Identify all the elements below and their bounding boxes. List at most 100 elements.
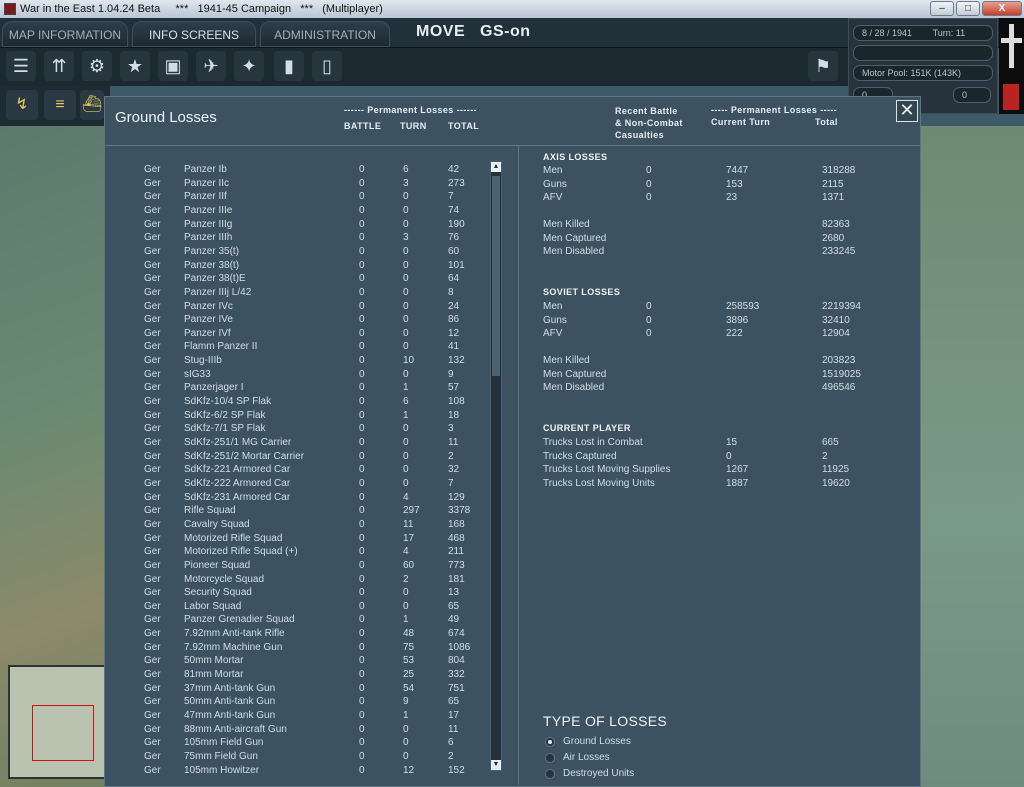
- maximize-button[interactable]: □: [956, 1, 980, 16]
- unit-loss-row[interactable]: Ger 7.92mm Machine Gun 0 75 1086: [105, 641, 490, 654]
- row-total-value: 1519025: [822, 368, 861, 380]
- unit-loss-row[interactable]: Ger sIG33 0 0 9: [105, 368, 490, 381]
- unit-total-losses: 60: [448, 245, 460, 257]
- minimap[interactable]: [8, 665, 108, 779]
- stack-icon[interactable]: ☰: [6, 51, 36, 81]
- unit-loss-row[interactable]: Ger Panzer IIc 0 3 273: [105, 177, 490, 190]
- unit-loss-row[interactable]: Ger Panzer IIIh 0 3 76: [105, 231, 490, 244]
- unit-loss-row[interactable]: Ger Panzer IIIe 0 0 74: [105, 204, 490, 217]
- row-total-value: 2219394: [822, 301, 861, 312]
- unit-loss-row[interactable]: Ger SdKfz-10/4 SP Flak 0 6 108: [105, 395, 490, 408]
- aircraft-icon[interactable]: ✈: [196, 51, 226, 81]
- unit-loss-row[interactable]: Ger 105mm Howitzer 0 12 152: [105, 764, 490, 777]
- map-background-right[interactable]: [920, 126, 1024, 787]
- counter-b[interactable]: 0: [953, 87, 991, 103]
- unit-loss-row[interactable]: Ger 88mm Anti-aircraft Gun 0 0 11: [105, 723, 490, 736]
- tab-administration[interactable]: ADMINISTRATION: [260, 21, 390, 47]
- unit-loss-row[interactable]: Ger Motorized Rifle Squad (+) 0 4 211: [105, 545, 490, 558]
- unit-loss-row[interactable]: Ger Labor Squad 0 0 65: [105, 600, 490, 613]
- date-turn-box: 8 / 28 / 1941 Turn: 11: [853, 25, 993, 41]
- unit-battle-losses: 0: [359, 655, 365, 667]
- scroll-down-button[interactable]: ▼: [491, 760, 501, 770]
- radio-button-icon[interactable]: [545, 753, 555, 763]
- unit-total-losses: 2: [448, 750, 454, 762]
- unit-loss-row[interactable]: Ger Panzer IVc 0 0 24: [105, 300, 490, 313]
- player-loss-row: Trucks Lost Moving Units 1887 19620: [543, 477, 913, 490]
- troops-icon[interactable]: ⇈: [44, 51, 74, 81]
- unit-loss-row[interactable]: Ger 105mm Field Gun 0 0 6: [105, 736, 490, 749]
- unit-loss-row[interactable]: Ger Pioneer Squad 0 60 773: [105, 559, 490, 572]
- close-window-button[interactable]: X: [982, 1, 1022, 16]
- close-dialog-button[interactable]: ✕: [896, 100, 918, 122]
- unit-loss-row[interactable]: Ger Panzer 38(t) 0 0 101: [105, 259, 490, 272]
- unit-loss-row[interactable]: Ger SdKfz-251/2 Mortar Carrier 0 0 2: [105, 450, 490, 463]
- minimize-button[interactable]: –: [930, 1, 954, 16]
- minimap-viewport[interactable]: [32, 705, 94, 761]
- star-icon[interactable]: ★: [120, 51, 150, 81]
- unit-turn-losses: 4: [403, 491, 409, 503]
- unit-loss-row[interactable]: Ger Panzer Grenadier Squad 0 1 49: [105, 613, 490, 626]
- unit-loss-row[interactable]: Ger Panzer IIf 0 0 7: [105, 190, 490, 203]
- scroll-thumb[interactable]: [492, 176, 500, 376]
- unit-loss-row[interactable]: Ger Flamm Panzer II 0 0 41: [105, 340, 490, 353]
- radio-button-icon[interactable]: [545, 769, 555, 779]
- unit-loss-row[interactable]: Ger Panzer Ib 0 6 42: [105, 163, 490, 176]
- unit-turn-losses: 0: [403, 341, 409, 353]
- unit-loss-row[interactable]: Ger Panzerjager I 0 1 57: [105, 381, 490, 394]
- tab-info-screens[interactable]: INFO SCREENS: [132, 21, 256, 47]
- row-label: AFV: [543, 328, 563, 340]
- unit-loss-row[interactable]: Ger SdKfz-251/1 MG Carrier 0 0 11: [105, 436, 490, 449]
- scroll-up-button[interactable]: ▲: [491, 162, 501, 172]
- unit-turn-losses: 6: [403, 164, 409, 175]
- unit-battle-losses: 0: [359, 669, 365, 681]
- unit-loss-row[interactable]: Ger Motorized Rifle Squad 0 17 468: [105, 532, 490, 545]
- unit-turn-losses: 0: [403, 314, 409, 326]
- unit-loss-row[interactable]: Ger SdKfz-221 Armored Car 0 0 32: [105, 463, 490, 476]
- unit-nation: Ger: [144, 600, 161, 612]
- unit-loss-row[interactable]: Ger Stug-IIIb 0 10 132: [105, 354, 490, 367]
- gs-label[interactable]: GS-on: [480, 23, 531, 41]
- unit-loss-row[interactable]: Ger 37mm Anti-tank Gun 0 54 751: [105, 682, 490, 695]
- gear-icon[interactable]: ⚙: [82, 51, 112, 81]
- unit-loss-row[interactable]: Ger SdKfz-7/1 SP Flak 0 0 3: [105, 422, 490, 435]
- unit-name: Panzer IVc: [184, 300, 233, 312]
- row-turn-value: 7447: [726, 165, 749, 176]
- list-scrollbar[interactable]: ▲ ▼: [490, 161, 502, 771]
- unit-loss-row[interactable]: Ger 75mm Field Gun 0 0 2: [105, 750, 490, 763]
- unit-loss-row[interactable]: Ger Cavalry Squad 0 11 168: [105, 518, 490, 531]
- ship-icon[interactable]: ⛴: [80, 90, 104, 120]
- unit-loss-row[interactable]: Ger 7.92mm Anti-tank Rifle 0 48 674: [105, 627, 490, 640]
- jerrycan-icon[interactable]: ▮: [274, 51, 304, 81]
- unit-loss-row[interactable]: Ger SdKfz-6/2 SP Flak 0 1 18: [105, 409, 490, 422]
- unit-loss-row[interactable]: Ger Panzer IVf 0 0 12: [105, 327, 490, 340]
- flag-icon[interactable]: ⚑: [808, 51, 838, 81]
- unit-loss-row[interactable]: Ger Rifle Squad 0 297 3378: [105, 504, 490, 517]
- unit-name: 105mm Field Gun: [184, 737, 264, 749]
- unit-loss-row[interactable]: Ger 47mm Anti-tank Gun 0 1 17: [105, 709, 490, 722]
- unit-loss-row[interactable]: Ger 50mm Mortar 0 53 804: [105, 654, 490, 667]
- unit-loss-row[interactable]: Ger SdKfz-222 Armored Car 0 0 7: [105, 477, 490, 490]
- unit-loss-row[interactable]: Ger Panzer 38(t)E 0 0 64: [105, 272, 490, 285]
- unit-name: 7.92mm Machine Gun: [184, 641, 283, 653]
- unit-loss-row[interactable]: Ger Panzer IVe 0 0 86: [105, 313, 490, 326]
- unit-loss-row[interactable]: Ger 50mm Anti-tank Gun 0 9 65: [105, 695, 490, 708]
- unit-loss-row[interactable]: Ger 81mm Mortar 0 25 332: [105, 668, 490, 681]
- unit-loss-row[interactable]: Ger Panzer IIIj L/42 0 0 8: [105, 286, 490, 299]
- document-icon[interactable]: ▯: [312, 51, 342, 81]
- radio-button-icon[interactable]: [545, 737, 555, 747]
- tab-map-information[interactable]: MAP INFORMATION: [2, 21, 128, 47]
- unit-name: 81mm Mortar: [184, 669, 244, 681]
- tank-icon[interactable]: ▣: [158, 51, 188, 81]
- unit-loss-row[interactable]: Ger Panzer IIIg 0 0 190: [105, 218, 490, 231]
- unit-nation: Ger: [144, 546, 161, 558]
- unit-loss-row[interactable]: Ger Motorcycle Squad 0 2 181: [105, 573, 490, 586]
- bomb-icon[interactable]: ✦: [234, 51, 264, 81]
- road-icon[interactable]: ↯: [6, 90, 38, 120]
- unit-loss-row[interactable]: Ger Security Squad 0 0 13: [105, 586, 490, 599]
- unit-loss-row[interactable]: Ger Panzer 35(t) 0 0 60: [105, 245, 490, 258]
- unit-loss-row[interactable]: Ger SdKfz-231 Armored Car 0 4 129: [105, 491, 490, 504]
- row-total-value: 82363: [822, 219, 850, 230]
- rail-icon[interactable]: ≡: [44, 90, 76, 120]
- row-total-value: 1371: [822, 192, 845, 204]
- ground-losses-dialog: Ground Losses ------ Permanent Losses --…: [104, 96, 922, 787]
